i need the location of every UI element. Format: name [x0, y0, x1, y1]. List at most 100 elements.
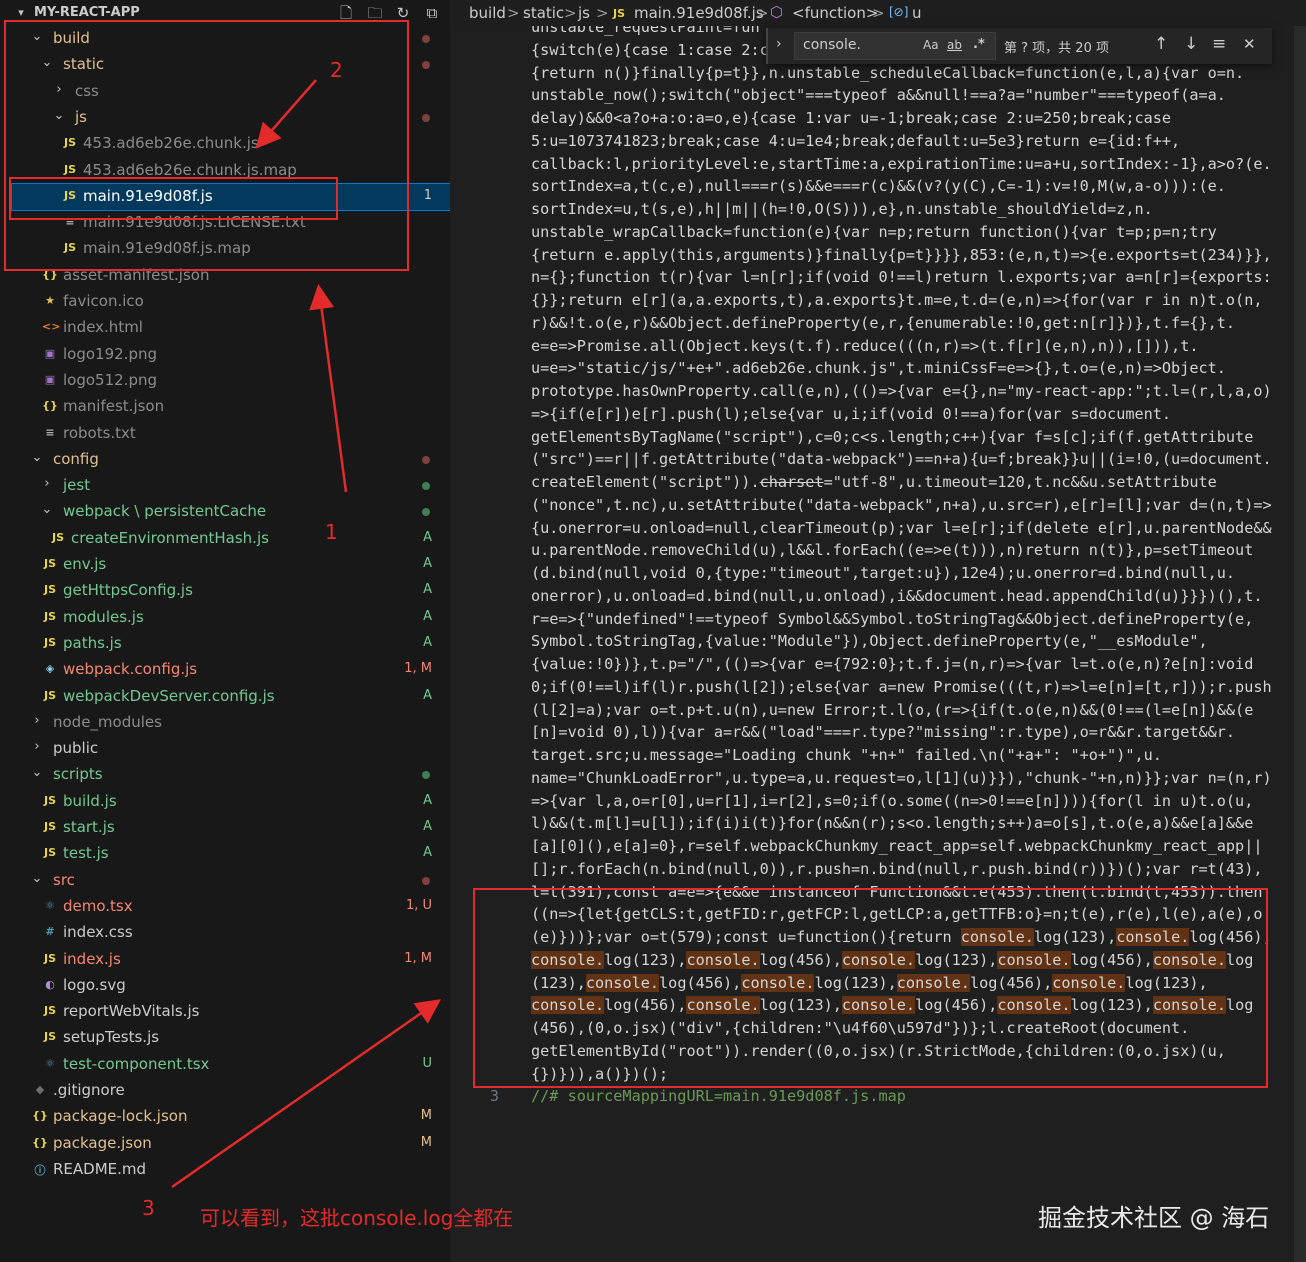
file-item[interactable]: JS modules.js A [12, 605, 450, 631]
modified-dot-icon [422, 61, 430, 70]
file-item[interactable]: ◆ .gitignore [12, 1078, 450, 1104]
file-item[interactable]: {} manifest.json [12, 394, 450, 420]
chevron-right-icon[interactable]: › [40, 476, 54, 491]
tree-item-label: logo.svg [63, 975, 126, 994]
tree-item-label: paths.js [63, 633, 122, 652]
breadcrumb-variable[interactable]: u [912, 4, 922, 22]
chevron-down-icon[interactable]: ⌄ [30, 450, 44, 465]
find-widget: › console. Aa ab .* 第 ? 项，共 20 项 ↑ ↓ ≡ ✕ [766, 28, 1272, 64]
file-item[interactable]: JS paths.js A [12, 631, 450, 657]
collapse-all-icon[interactable]: ⧉ [423, 4, 441, 22]
modified-dot-icon [422, 113, 430, 122]
file-item[interactable]: <> index.html [12, 315, 450, 341]
file-item[interactable]: ▣ logo192.png [12, 342, 450, 368]
status-badge: U [422, 1055, 432, 1071]
tree-item-label: node_modules [53, 712, 162, 731]
chevron-down-icon[interactable]: ⌄ [30, 765, 44, 780]
next-match-arrow-icon[interactable]: ↓ [1184, 34, 1198, 54]
breadcrumb-build[interactable]: build [469, 4, 506, 22]
js-file-icon: JS [43, 846, 56, 860]
tree-item-label: README.md [53, 1159, 147, 1178]
toggle-replace-chevron-icon[interactable]: › [776, 36, 782, 52]
file-item[interactable]: ⚛ demo.tsx 1, U [12, 894, 450, 920]
vertical-scrollbar[interactable] [1294, 26, 1306, 1262]
file-item[interactable]: JS reportWebVitals.js [12, 999, 450, 1025]
html-file-icon: <> [42, 320, 61, 334]
status-badge: A [423, 634, 432, 650]
modified-dot-icon [422, 508, 430, 517]
modified-dot-icon [422, 771, 430, 780]
folder-item[interactable]: › public [12, 736, 450, 762]
file-item[interactable]: ▣ logo512.png [12, 368, 450, 394]
js-file-icon: JS [43, 688, 56, 702]
file-item[interactable]: {} package.json M [12, 1131, 450, 1157]
file-item[interactable]: ◐ logo.svg [12, 973, 450, 999]
file-item[interactable]: {} package-lock.json M [12, 1104, 450, 1130]
annotation-number-2: 2 [330, 58, 343, 82]
tree-item-label: createEnvironmentHash.js [71, 528, 269, 547]
file-item[interactable]: ◈ webpack.config.js 1, M [12, 657, 450, 683]
status-badge: A [423, 687, 432, 703]
tree-item-label: demo.tsx [63, 896, 133, 915]
close-icon[interactable]: ✕ [1243, 35, 1256, 53]
regex-icon[interactable]: .* [973, 37, 985, 52]
chevron-right-icon[interactable]: › [30, 739, 44, 754]
file-item[interactable]: JS index.js 1, M [12, 947, 450, 973]
find-input[interactable]: console. Aa ab .* [794, 32, 996, 60]
match-case-icon[interactable]: Aa [923, 38, 939, 52]
file-item[interactable]: ≡ robots.txt [12, 421, 450, 447]
line-number: 3 [490, 1087, 500, 1105]
file-item[interactable]: JS setupTests.js [12, 1025, 450, 1051]
file-item[interactable]: # index.css [12, 920, 450, 946]
file-item[interactable]: ⚛ test-component.tsx U [12, 1052, 450, 1078]
folder-item[interactable]: ⌄ webpack \ persistentCache [12, 499, 450, 525]
folder-item[interactable]: ⌄ src [12, 868, 450, 894]
tree-item-label: package.json [53, 1133, 152, 1152]
previous-match-arrow-icon[interactable]: ↑ [1154, 34, 1168, 54]
modified-dot-icon [422, 35, 430, 43]
modified-dot-icon [422, 482, 430, 491]
tree-item-label: favicon.ico [63, 292, 144, 310]
tree-item-label: logo192.png [63, 344, 157, 363]
tree-item-label: jest [63, 476, 91, 495]
breadcrumb-separator: > [872, 4, 885, 22]
file-item[interactable]: JS test.js A [12, 841, 450, 867]
tree-item-label: logo512.png [63, 370, 157, 389]
ico-file-icon: ★ [45, 294, 55, 307]
find-in-selection-icon[interactable]: ≡ [1212, 34, 1226, 54]
file-item[interactable]: ★ favicon.ico [12, 289, 450, 315]
info-file-icon: ⓘ [34, 1163, 46, 1177]
file-item[interactable]: JS getHttpsConfig.js A [12, 578, 450, 604]
watermark: 掘金技术社区 @ 海石 [1038, 1204, 1270, 1232]
tree-item-label: setupTests.js [63, 1028, 160, 1047]
folder-item[interactable]: › jest [12, 473, 450, 499]
file-item[interactable]: JS env.js A [12, 552, 450, 578]
whole-word-icon[interactable]: ab [947, 38, 962, 52]
breadcrumb-js[interactable]: js [578, 4, 590, 22]
chevron-right-icon[interactable]: › [30, 713, 44, 728]
tree-item-label: index.js [63, 949, 121, 968]
js-file-icon: JS [43, 1004, 56, 1018]
find-result-count: 第 ? 项，共 20 项 [1004, 41, 1109, 56]
file-item[interactable]: JS createEnvironmentHash.js A [12, 526, 450, 552]
chevron-down-icon[interactable]: ⌄ [30, 871, 44, 886]
folder-item[interactable]: ⌄ config [12, 447, 450, 473]
highlight-box-main-js [9, 177, 338, 220]
tree-item-label: webpack.config.js [63, 660, 198, 679]
file-item[interactable]: JS start.js A [12, 815, 450, 841]
breadcrumb: build > static > js > JS main.91e9d08f.j… [450, 0, 1306, 26]
file-item[interactable]: ⓘ README.md [12, 1157, 450, 1183]
breadcrumb-function[interactable]: <function> [792, 4, 878, 22]
file-item[interactable]: JS build.js A [12, 789, 450, 815]
tree-item-label: package-lock.json [53, 1107, 188, 1126]
tree-item-label: robots.txt [63, 423, 136, 442]
tsx-file-icon: ⚛ [45, 1056, 55, 1070]
folder-item[interactable]: ⌄ scripts [12, 762, 450, 788]
folder-item[interactable]: › node_modules [12, 710, 450, 736]
js-file-icon: JS [613, 7, 626, 20]
file-item[interactable]: JS webpackDevServer.config.js A [12, 684, 450, 710]
chevron-down-icon[interactable]: ⌄ [40, 502, 54, 517]
breadcrumb-file[interactable]: main.91e9d08f.js [634, 4, 764, 22]
breadcrumb-static[interactable]: static [523, 4, 564, 22]
status-badge: A [423, 792, 432, 808]
